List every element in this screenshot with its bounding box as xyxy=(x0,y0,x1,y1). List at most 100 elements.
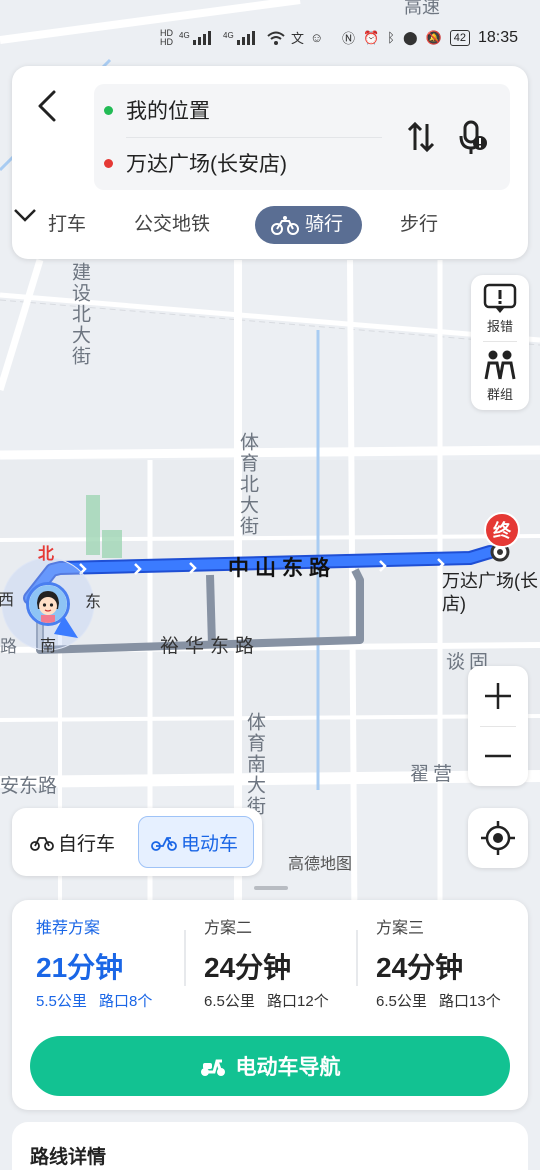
plan-divider xyxy=(184,930,186,986)
alarm-icon: ⏰ xyxy=(362,29,380,45)
group-button[interactable]: 群组 xyxy=(471,349,529,403)
travel-mode-tabs: 打车 公交地铁 骑行 步行 xyxy=(12,204,528,246)
road-label-zhaiying: 翟营 xyxy=(410,764,457,785)
origin-text: 我的位置 xyxy=(126,100,210,123)
end-marker[interactable]: 终 xyxy=(484,512,520,548)
road-label-tiyu-south: 体育南大街 xyxy=(244,712,265,817)
plan-option-3[interactable]: 方案三 24分钟 6.5公里 路口13个 xyxy=(376,914,540,1011)
road-label-tiyu-north: 体育北大街 xyxy=(237,432,258,537)
road-label-fragment: 路 xyxy=(0,637,17,656)
destination-dot-icon xyxy=(104,158,113,168)
plan-intersections: 路口8个 xyxy=(99,993,153,1010)
mute-icon: 🔕 xyxy=(425,29,442,45)
destination-map-label-line2: 店) xyxy=(442,594,466,614)
input-divider xyxy=(126,137,382,138)
plan-option-2[interactable]: 方案二 24分钟 6.5公里 路口12个 xyxy=(204,914,374,1011)
swap-route-button[interactable] xyxy=(404,118,438,156)
ebike-option[interactable]: 电动车 xyxy=(138,816,254,868)
tab-bike[interactable]: 骑行 xyxy=(255,206,362,244)
tab-transit[interactable]: 公交地铁 xyxy=(134,204,210,246)
report-error-button[interactable]: 报错 xyxy=(471,283,529,335)
ebike-label: 电动车 xyxy=(181,833,239,855)
vehicle-toggle: 自行车 电动车 xyxy=(12,808,262,876)
report-label: 报错 xyxy=(486,319,513,334)
bike-icon xyxy=(271,216,299,235)
locate-me-button[interactable] xyxy=(468,808,528,868)
group-label: 群组 xyxy=(486,387,513,402)
plan-name: 推荐方案 xyxy=(36,920,101,937)
plan-divider xyxy=(356,930,358,986)
bicycle-icon xyxy=(30,837,54,851)
plus-icon xyxy=(485,683,511,709)
nfc-icon: Ⓝ xyxy=(341,31,355,46)
hd-icon: HD HD xyxy=(160,27,173,47)
tab-bike-label: 骑行 xyxy=(305,214,344,235)
scooter-icon xyxy=(200,1059,225,1076)
locate-icon xyxy=(481,821,515,855)
chevron-down-icon xyxy=(14,209,36,222)
plan-time: 21分钟 xyxy=(36,952,124,983)
chat-icon: ☺ xyxy=(310,30,324,45)
more-modes-button[interactable] xyxy=(12,204,38,226)
bicycle-label: 自行车 xyxy=(58,833,116,855)
zoom-out-button[interactable] xyxy=(468,726,528,786)
plan-option-recommended[interactable]: 推荐方案 21分钟 5.5公里 路口8个 xyxy=(36,914,206,1011)
signal-icon: 4G xyxy=(179,30,211,45)
road-label-an-east: 安东路 xyxy=(0,776,58,797)
origin-dot-icon xyxy=(104,105,113,115)
svg-text:4G: 4G xyxy=(223,31,234,40)
battery-indicator: 42 xyxy=(449,29,470,46)
tab-taxi[interactable]: 打车 xyxy=(48,204,86,246)
plan-name: 方案二 xyxy=(204,920,253,937)
route-search-card: 我的位置 万达广场(长安店) 打车 公交地铁 骑行 步行 xyxy=(12,66,528,259)
destination-text: 万达广场(长安店) xyxy=(126,153,287,176)
back-arrow-icon xyxy=(38,90,56,122)
road-label-jianshe-north: 建设北大街 xyxy=(69,262,90,367)
compass-west: 西 xyxy=(0,592,15,609)
destination-map-label[interactable]: 万达广场(长 店) xyxy=(442,570,538,616)
side-divider xyxy=(483,341,517,342)
plan-time: 24分钟 xyxy=(204,952,292,983)
destination-map-label-line1: 万达广场(长 xyxy=(442,571,538,591)
clock: 18:35 xyxy=(477,28,518,46)
plan-intersections: 路口12个 xyxy=(267,993,329,1010)
report-icon xyxy=(483,283,517,313)
route-details-card[interactable]: 路线详情 xyxy=(12,1122,528,1170)
start-navigation-label: 电动车导航 xyxy=(235,1056,341,1079)
group-icon xyxy=(484,350,516,380)
back-button[interactable] xyxy=(32,86,62,126)
road-label-zhongshan-east: 中山东路 xyxy=(228,557,336,580)
plan-distance: 6.5公里 xyxy=(376,993,427,1010)
status-bar: HD HD 4G 4G 文 ☺ Ⓝ ⏰ ᛒ ⬤ 🔕 42 18:35 xyxy=(0,24,540,56)
plan-meta: 5.5公里 路口8个 xyxy=(36,990,206,1011)
compass-north: 北 xyxy=(38,546,55,563)
swap-icon xyxy=(407,121,435,153)
route-plans-panel: 推荐方案 21分钟 5.5公里 路口8个 方案二 24分钟 6.5公里 路口12… xyxy=(12,900,528,1110)
tab-walk[interactable]: 步行 xyxy=(400,204,438,246)
wifi-icon xyxy=(267,31,285,45)
bicycle-option[interactable]: 自行车 xyxy=(30,816,115,868)
plan-meta: 6.5公里 路口12个 xyxy=(204,990,374,1011)
road-label-yuhua-east: 裕华东路 xyxy=(160,636,261,657)
minus-icon xyxy=(485,754,511,758)
origin-field[interactable]: 我的位置 xyxy=(104,90,210,130)
location-icon: ⬤ xyxy=(402,29,418,45)
ebike-icon xyxy=(151,837,177,851)
microphone-icon xyxy=(459,120,487,154)
drag-handle[interactable] xyxy=(254,886,288,890)
plan-time: 24分钟 xyxy=(376,952,464,983)
route-input-box: 我的位置 万达广场(长安店) xyxy=(94,84,510,190)
voice-input-button[interactable] xyxy=(456,118,490,156)
zoom-in-button[interactable] xyxy=(468,666,528,726)
zoom-control xyxy=(468,666,528,786)
amap-logo: 高德地图 xyxy=(288,856,353,873)
plan-distance: 6.5公里 xyxy=(204,993,255,1010)
road-label-highway: 高速 xyxy=(404,0,440,17)
svg-text:4G: 4G xyxy=(179,31,190,40)
bluetooth-icon: ᛒ xyxy=(387,30,395,45)
heading-arrow-icon xyxy=(54,616,78,638)
map-side-tools: 报错 群组 xyxy=(471,275,529,410)
destination-field[interactable]: 万达广场(长安店) xyxy=(104,143,287,183)
start-navigation-button[interactable]: 电动车导航 xyxy=(30,1036,510,1096)
compass-east: 东 xyxy=(85,594,102,611)
